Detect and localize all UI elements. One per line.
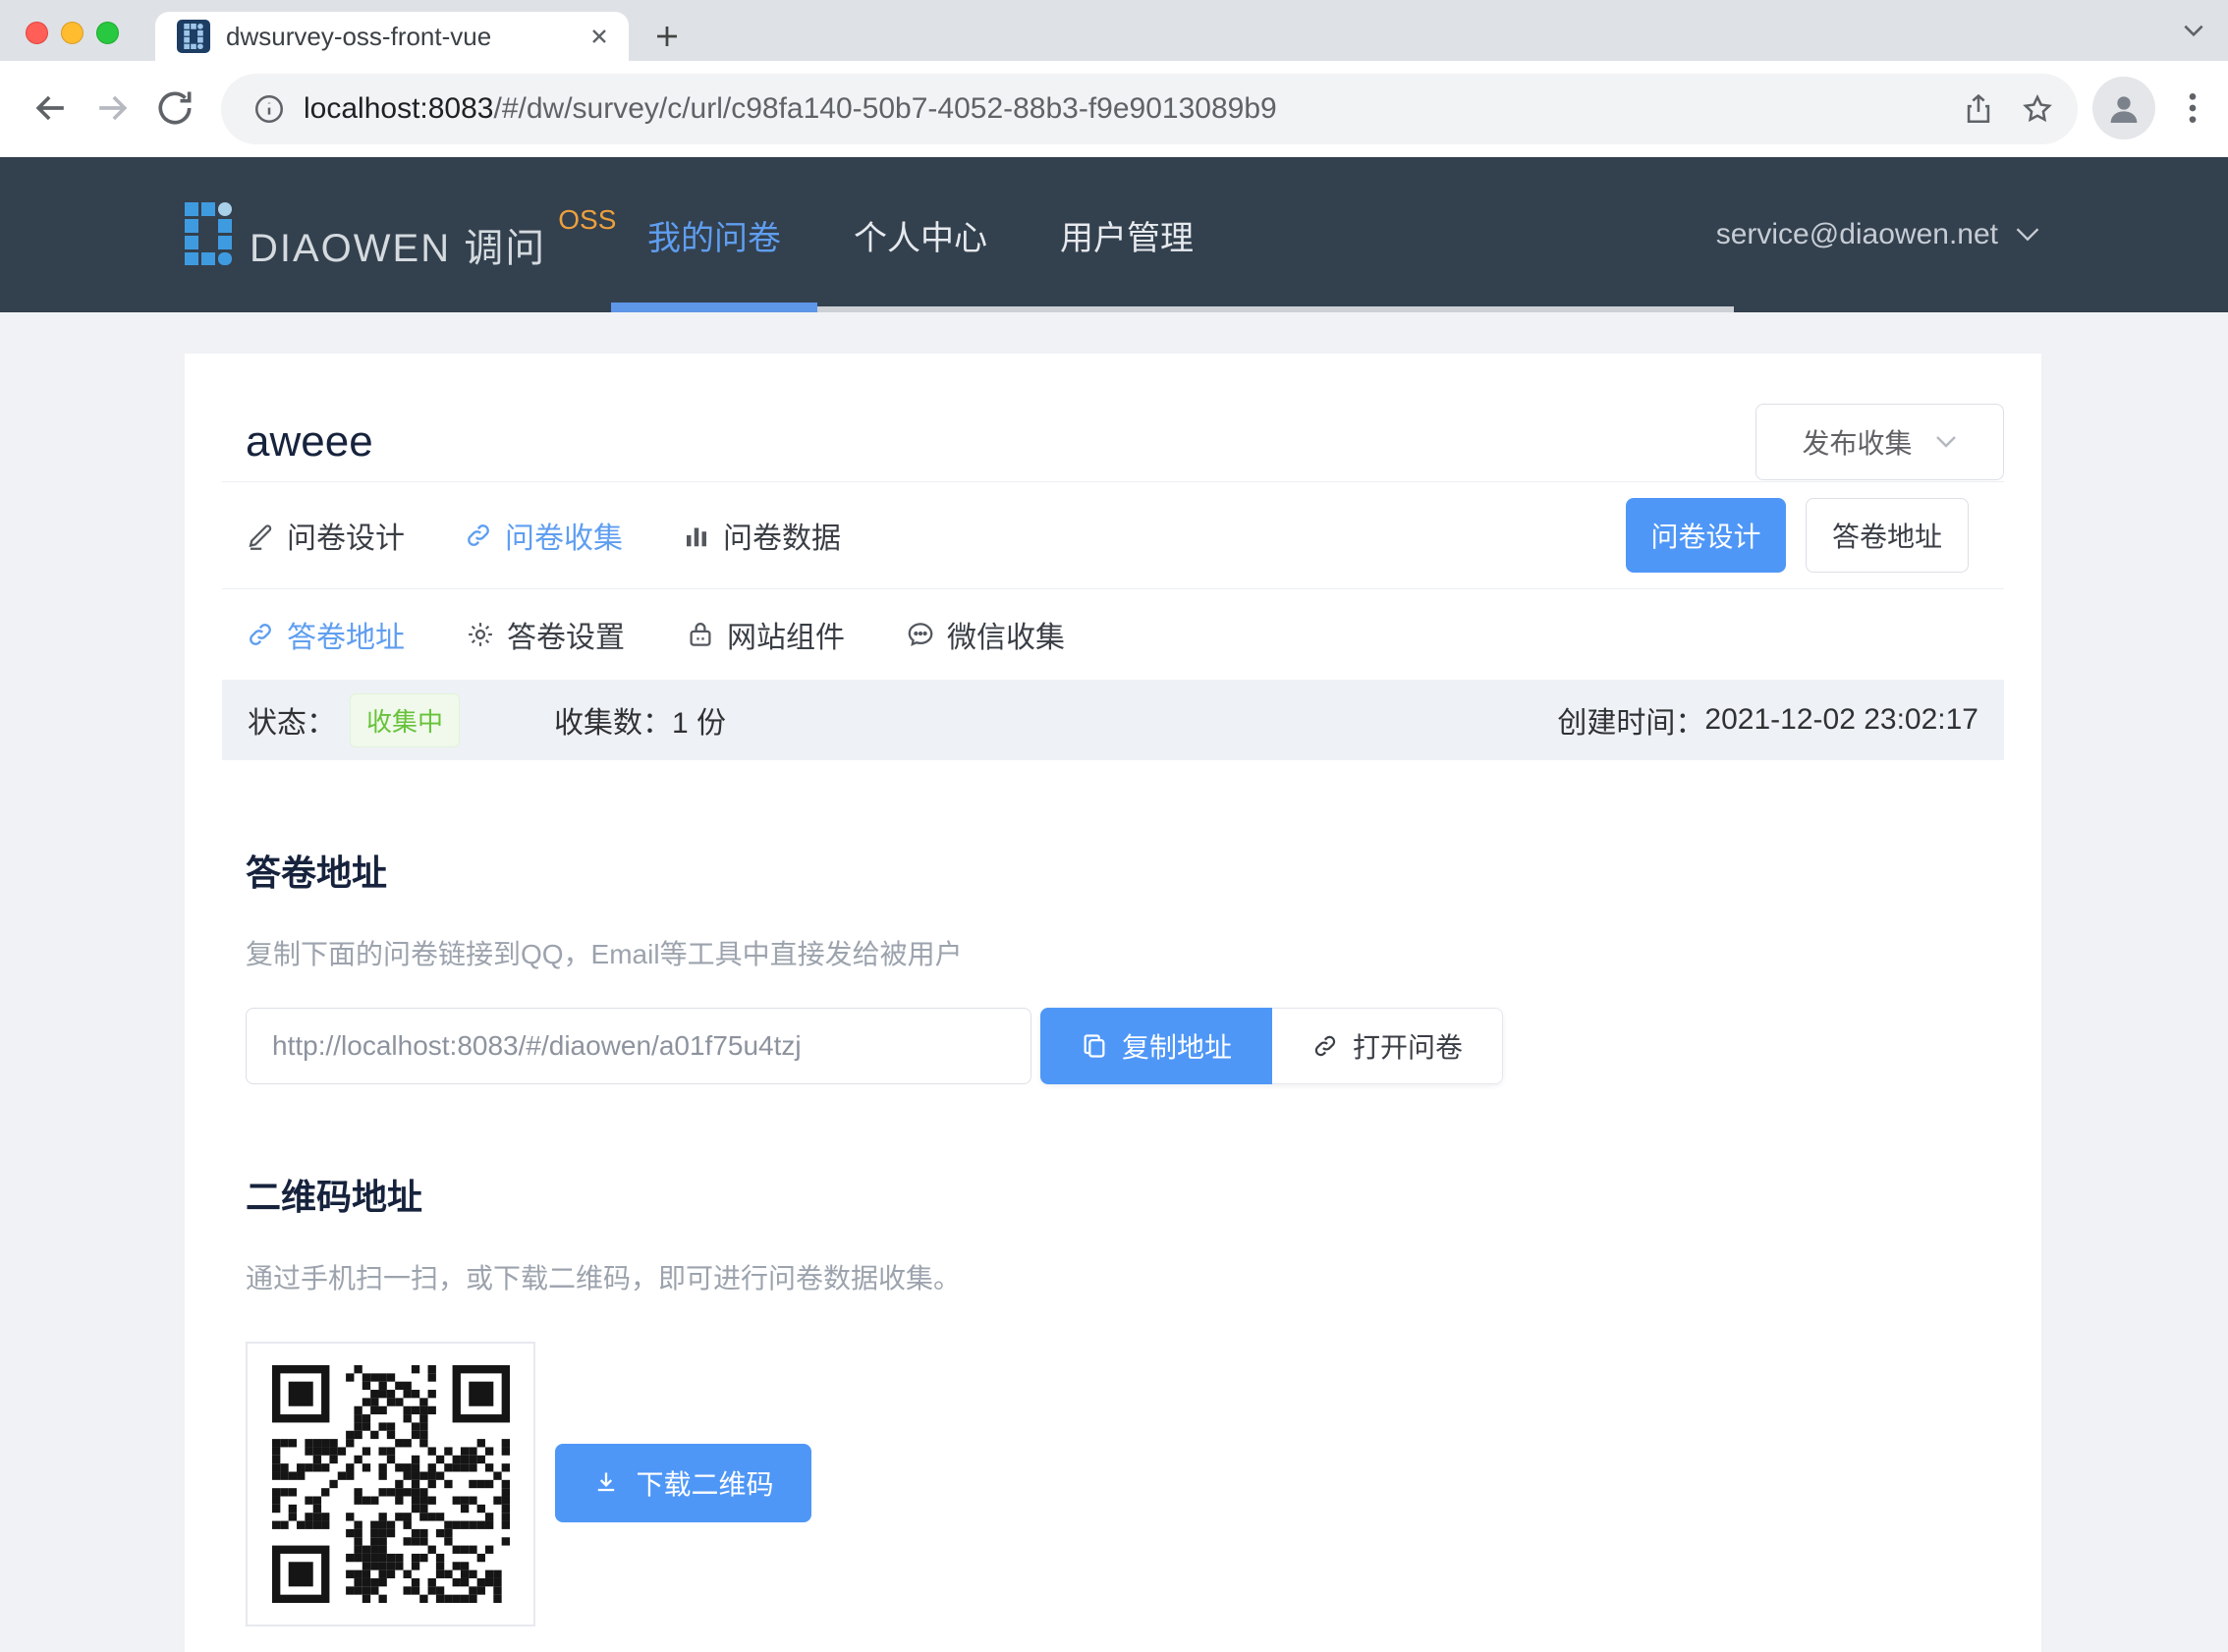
menu-item-user-management[interactable]: 用户管理 bbox=[1024, 157, 1230, 312]
subtab-site-widget[interactable]: 网站组件 bbox=[686, 613, 845, 656]
tab-label: 问卷收集 bbox=[505, 514, 623, 557]
created-time-value: 2021-12-02 23:02:17 bbox=[1704, 703, 1978, 737]
subtab-label: 答卷设置 bbox=[507, 613, 625, 656]
url-button-group: 复制地址 打开问卷 bbox=[1040, 1008, 1503, 1084]
tab-survey-data[interactable]: 问卷数据 bbox=[682, 514, 841, 557]
reload-icon[interactable] bbox=[153, 86, 196, 130]
forward-icon[interactable] bbox=[90, 86, 134, 130]
url-path: /#/dw/survey/c/url/c98fa140-50b7-4052-88… bbox=[493, 92, 1276, 125]
publish-collect-label: 发布收集 bbox=[1802, 422, 1912, 462]
answer-url-button[interactable]: 答卷地址 bbox=[1806, 498, 1969, 573]
window-minimize-button[interactable] bbox=[61, 22, 84, 44]
qrcode-desc: 通过手机扫一扫，或下载二维码，即可进行问卷数据收集。 bbox=[246, 1257, 2004, 1296]
answer-url-desc: 复制下面的问卷链接到QQ，Email等工具中直接发给被用户 bbox=[246, 933, 2004, 972]
back-icon[interactable] bbox=[29, 86, 73, 130]
new-tab-button[interactable] bbox=[652, 22, 682, 51]
qrcode-heading: 二维码地址 bbox=[246, 1169, 2004, 1220]
survey-design-button[interactable]: 问卷设计 bbox=[1626, 498, 1786, 573]
browser-toolbar: localhost:8083/#/dw/survey/c/url/c98fa14… bbox=[0, 61, 2228, 157]
tab-search-chevron-icon[interactable] bbox=[2181, 22, 2206, 39]
window-controls bbox=[26, 22, 119, 44]
survey-card: aweee 发布收集 问卷设计 问卷收集 bbox=[185, 354, 2041, 1652]
qr-code bbox=[246, 1342, 535, 1626]
copy-icon bbox=[1081, 1032, 1108, 1060]
download-icon bbox=[592, 1469, 620, 1497]
survey-url-input[interactable] bbox=[246, 1008, 1031, 1084]
tab-survey-design[interactable]: 问卷设计 bbox=[246, 514, 405, 557]
chat-bubble-icon bbox=[906, 620, 935, 649]
created-time-label: 创建时间： bbox=[1557, 698, 1704, 742]
link-icon bbox=[1311, 1032, 1339, 1060]
site-info-icon[interactable] bbox=[252, 92, 286, 126]
tab-label: 问卷数据 bbox=[723, 514, 841, 557]
address-bar[interactable]: localhost:8083/#/dw/survey/c/url/c98fa14… bbox=[221, 74, 2078, 144]
publish-collect-dropdown[interactable]: 发布收集 bbox=[1755, 404, 2004, 480]
page-background: aweee 发布收集 问卷设计 问卷收集 bbox=[0, 312, 2228, 1652]
browser-menu-icon[interactable] bbox=[2173, 86, 2212, 130]
app-navbar: DIAOWEN 调问 OSS 我的问卷 个人中心 用户管理 service@di… bbox=[0, 157, 2228, 312]
menu-item-personal-center[interactable]: 个人中心 bbox=[817, 157, 1024, 312]
tab-survey-collect[interactable]: 问卷收集 bbox=[464, 514, 623, 557]
active-menu-underline bbox=[611, 303, 817, 312]
link-icon bbox=[464, 521, 493, 550]
collect-subtabs: 答卷地址 答卷设置 网站组件 微信收集 bbox=[246, 589, 2004, 680]
tab-title: dwsurvey-oss-front-vue bbox=[226, 22, 587, 52]
tab-close-icon[interactable] bbox=[587, 25, 611, 48]
edit-pencil-icon bbox=[246, 521, 275, 550]
subtab-answer-settings[interactable]: 答卷设置 bbox=[466, 613, 625, 656]
diaowen-logo-icon bbox=[185, 202, 232, 265]
bar-chart-icon bbox=[682, 521, 711, 550]
subtab-label: 微信收集 bbox=[947, 613, 1065, 656]
download-qrcode-button[interactable]: 下载二维码 bbox=[555, 1444, 811, 1522]
url-host: localhost:8083 bbox=[304, 92, 493, 125]
bookmark-star-icon[interactable] bbox=[2021, 92, 2054, 126]
gear-icon bbox=[466, 620, 495, 649]
account-email: service@diaowen.net bbox=[1716, 218, 1998, 251]
status-bar: 状态： 收集中 收集数： 1 份 创建时间： 2021-12-02 23:02:… bbox=[222, 680, 2004, 760]
survey-tabs: 问卷设计 问卷收集 问卷数据 bbox=[246, 514, 841, 557]
subtab-label: 答卷地址 bbox=[287, 613, 405, 656]
chevron-down-icon bbox=[1934, 434, 1958, 450]
collect-count-label: 收集数： bbox=[554, 698, 672, 742]
share-icon[interactable] bbox=[1962, 92, 1995, 126]
status-badge: 收集中 bbox=[350, 693, 460, 747]
open-survey-button[interactable]: 打开问卷 bbox=[1272, 1008, 1503, 1084]
collect-count-value: 1 份 bbox=[672, 698, 726, 742]
app-logo[interactable]: DIAOWEN 调问 OSS bbox=[185, 202, 616, 273]
brand-badge: OSS bbox=[558, 204, 616, 236]
survey-title: aweee bbox=[246, 417, 373, 467]
subtab-label: 网站组件 bbox=[727, 613, 845, 656]
account-dropdown[interactable]: service@diaowen.net bbox=[1716, 157, 2041, 312]
widget-icon bbox=[686, 620, 715, 649]
main-menu: 我的问卷 个人中心 用户管理 bbox=[611, 157, 1230, 312]
window-close-button[interactable] bbox=[26, 22, 48, 44]
open-survey-label: 打开问卷 bbox=[1353, 1026, 1463, 1066]
copy-url-button[interactable]: 复制地址 bbox=[1040, 1008, 1272, 1084]
browser-tab[interactable]: dwsurvey-oss-front-vue bbox=[155, 12, 629, 61]
subtab-wechat-collect[interactable]: 微信收集 bbox=[906, 613, 1065, 656]
chevron-down-icon bbox=[2014, 226, 2041, 244]
link-icon bbox=[246, 620, 275, 649]
download-qrcode-label: 下载二维码 bbox=[636, 1463, 773, 1503]
status-label: 状态： bbox=[248, 698, 336, 742]
tab-label: 问卷设计 bbox=[287, 514, 405, 557]
browser-profile-avatar[interactable] bbox=[2092, 77, 2155, 139]
url-text: localhost:8083/#/dw/survey/c/url/c98fa14… bbox=[304, 92, 1942, 126]
subtab-answer-url[interactable]: 答卷地址 bbox=[246, 613, 405, 656]
browser-tab-strip: dwsurvey-oss-front-vue bbox=[0, 0, 2228, 61]
brand-name: DIAOWEN 调问 bbox=[250, 216, 546, 273]
site-favicon-icon bbox=[177, 20, 210, 53]
answer-url-heading: 答卷地址 bbox=[246, 845, 2004, 896]
window-zoom-button[interactable] bbox=[96, 22, 119, 44]
survey-actions: 问卷设计 答卷地址 bbox=[1626, 498, 1969, 573]
copy-url-label: 复制地址 bbox=[1122, 1026, 1232, 1066]
menu-item-my-surveys[interactable]: 我的问卷 bbox=[611, 157, 817, 312]
